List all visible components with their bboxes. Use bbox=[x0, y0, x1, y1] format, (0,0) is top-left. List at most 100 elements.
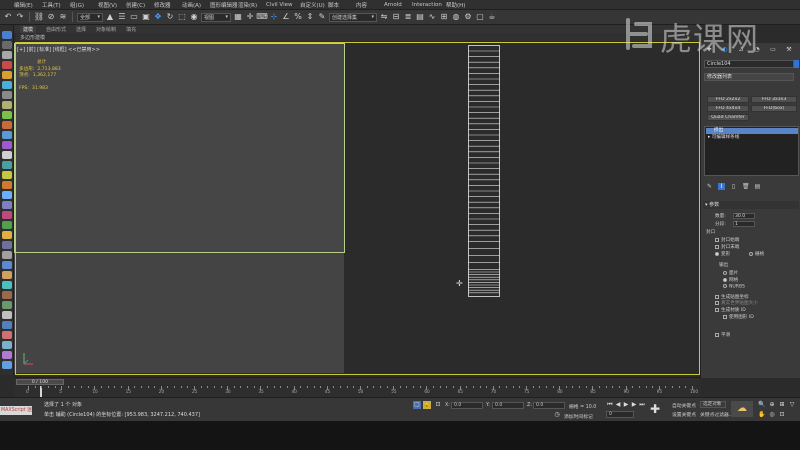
orbit-icon[interactable]: ◎ bbox=[768, 411, 776, 419]
set-key-icon[interactable]: ✚ bbox=[648, 401, 662, 417]
selection-filter-dropdown[interactable]: 全部 ▾ bbox=[77, 12, 103, 22]
real-world-map-checkbox[interactable]: 真实世界贴图大小 bbox=[715, 300, 758, 306]
auto-key-button[interactable]: 自动关键点 bbox=[672, 402, 696, 409]
link-icon[interactable]: ⛓ bbox=[34, 12, 44, 22]
menu-item[interactable]: 渲染(R) bbox=[238, 1, 266, 9]
tool-strip-icon[interactable] bbox=[2, 81, 12, 89]
menu-item[interactable]: 帮助(H) bbox=[446, 1, 474, 9]
x-coord-field[interactable]: 0.0 bbox=[451, 402, 483, 409]
selection-lock-icon[interactable]: 🔒 bbox=[423, 401, 431, 409]
field-of-view-icon[interactable]: ▽ bbox=[788, 401, 796, 409]
modifier-button-ffd-3x3x3[interactable]: FFD 3x3x3 bbox=[751, 96, 797, 103]
select-scale-icon[interactable]: ⬚ bbox=[177, 12, 187, 22]
add-time-tag[interactable]: 添加时间标记 bbox=[564, 413, 593, 420]
render-setup-icon[interactable]: ⚙ bbox=[463, 12, 473, 22]
make-unique-icon[interactable]: ▯ bbox=[730, 183, 737, 190]
grid-radio[interactable]: 栅格 bbox=[749, 251, 764, 257]
isolate-selection-icon[interactable]: ▢ bbox=[413, 401, 421, 409]
extruded-spline-wireframe[interactable] bbox=[468, 45, 500, 297]
modifier-button-ffd-box[interactable]: FFD(box) bbox=[751, 105, 797, 112]
track-bar[interactable]: 0 5 10 15 20 25 30 35 40 45 50 55 60 65 70 75 80 85 90 95 10… bbox=[14, 386, 700, 397]
tool-strip-icon[interactable] bbox=[2, 61, 12, 69]
object-color-swatch[interactable] bbox=[794, 60, 799, 68]
rendered-frame-icon[interactable]: ▢ bbox=[475, 12, 485, 22]
select-manipulate-icon[interactable]: ✛ bbox=[245, 12, 255, 22]
time-slider[interactable]: 0 / 100 bbox=[14, 377, 700, 385]
go-to-start-icon[interactable]: ⏮ bbox=[606, 401, 614, 409]
spinner-snap-icon[interactable]: ⇕ bbox=[305, 12, 315, 22]
rectangular-selection-icon[interactable]: ▭ bbox=[129, 12, 139, 22]
stack-item-extrude[interactable]: 挤出 bbox=[706, 128, 798, 134]
modifier-list-dropdown[interactable]: 修改器列表 bbox=[704, 73, 794, 81]
absolute-mode-icon[interactable]: ⊡ bbox=[434, 401, 442, 409]
named-selection-dropdown[interactable]: 创建选择集 ▾ bbox=[329, 12, 377, 22]
maxscript-listener[interactable]: MAXScript 迷 bbox=[0, 406, 32, 415]
window-crossing-icon[interactable]: ▣ bbox=[141, 12, 151, 22]
cap-end-checkbox[interactable]: 封口末端 bbox=[715, 244, 739, 250]
tool-strip-icon[interactable] bbox=[2, 351, 12, 359]
mesh-radio[interactable]: 网格 bbox=[723, 277, 738, 283]
tool-strip-icon[interactable] bbox=[2, 121, 12, 129]
smooth-checkbox[interactable]: 平滑 bbox=[715, 332, 730, 338]
next-frame-icon[interactable]: ▶ bbox=[630, 401, 638, 409]
ribbon-tab-populate[interactable]: 填充 bbox=[126, 26, 136, 33]
edit-named-selection-icon[interactable]: ✎ bbox=[317, 12, 327, 22]
menu-item[interactable]: 视图(V) bbox=[98, 1, 126, 9]
menu-item[interactable]: 工具(T) bbox=[42, 1, 70, 9]
show-end-result-icon[interactable]: Ⅰ bbox=[718, 182, 725, 190]
amount-spinner[interactable]: 30.0 bbox=[733, 213, 755, 219]
zoom-icon[interactable]: 🔍 bbox=[758, 401, 766, 409]
zoom-extents-icon[interactable]: ⊞ bbox=[778, 401, 786, 409]
previous-frame-icon[interactable]: ◀ bbox=[614, 401, 622, 409]
select-by-name-icon[interactable]: ☰ bbox=[117, 12, 127, 22]
time-configuration-icon[interactable]: ☁ bbox=[731, 401, 753, 417]
polygon-modeling-label[interactable]: 多边形建模 bbox=[20, 34, 45, 41]
tool-strip-icon[interactable] bbox=[2, 331, 12, 339]
tool-strip-icon[interactable] bbox=[2, 231, 12, 239]
select-object-icon[interactable]: ▲ bbox=[105, 12, 115, 22]
tool-strip-icon[interactable] bbox=[2, 171, 12, 179]
stack-item-editable-spline[interactable]: ▸ 可编辑样条线 bbox=[706, 135, 798, 141]
tool-strip-icon[interactable] bbox=[2, 361, 12, 369]
schematic-view-icon[interactable]: ⊞ bbox=[439, 12, 449, 22]
reference-coordinate-dropdown[interactable]: 视图 ▾ bbox=[201, 12, 231, 22]
modifier-button-ffd-4x4x4[interactable]: FFD 4x4x4 bbox=[707, 105, 749, 112]
nurbs-radio[interactable]: NURBS bbox=[723, 284, 745, 290]
zoom-all-icon[interactable]: ⊕ bbox=[768, 401, 776, 409]
play-icon[interactable]: ▶ bbox=[622, 401, 630, 409]
layer-explorer-icon[interactable]: ≣ bbox=[403, 12, 413, 22]
use-shape-ids-checkbox[interactable]: 使用图形 ID bbox=[723, 314, 754, 320]
active-viewport[interactable] bbox=[15, 42, 700, 375]
tool-strip-icon[interactable] bbox=[2, 241, 12, 249]
tool-strip-icon[interactable] bbox=[2, 131, 12, 139]
menu-item[interactable]: 脚本 bbox=[328, 1, 356, 9]
tool-strip-icon[interactable] bbox=[2, 321, 12, 329]
keyboard-shortcut-icon[interactable]: ⌨ bbox=[256, 12, 268, 22]
mirror-icon[interactable]: ⇋ bbox=[379, 12, 389, 22]
tool-strip-icon[interactable] bbox=[2, 91, 12, 99]
menu-item[interactable]: Interaction bbox=[412, 2, 446, 8]
tool-strip-icon[interactable] bbox=[2, 281, 12, 289]
configure-sets-icon[interactable]: ▤ bbox=[754, 183, 761, 190]
unlink-icon[interactable]: ⊘ bbox=[46, 12, 56, 22]
tool-strip-icon[interactable] bbox=[2, 341, 12, 349]
material-editor-icon[interactable]: ◍ bbox=[451, 12, 461, 22]
menu-item[interactable]: Civil View bbox=[266, 2, 300, 8]
place-icon[interactable]: ◉ bbox=[189, 12, 199, 22]
time-tag-icon[interactable]: ◷ bbox=[553, 411, 561, 419]
menu-item[interactable]: Arnold bbox=[384, 2, 412, 8]
pan-view-icon[interactable]: ✋ bbox=[758, 411, 766, 419]
maximize-viewport-icon[interactable]: ⊡ bbox=[778, 411, 786, 419]
cap-start-checkbox[interactable]: 封口始端 bbox=[715, 237, 739, 243]
tool-strip-icon[interactable] bbox=[2, 101, 12, 109]
current-frame-field[interactable]: 0 bbox=[606, 411, 634, 418]
menu-item[interactable]: 动画(A) bbox=[182, 1, 210, 9]
toggle-ribbon-icon[interactable]: ▤ bbox=[415, 12, 425, 22]
menu-item[interactable]: 图形编辑器 bbox=[210, 1, 238, 9]
segments-spinner[interactable]: 1 bbox=[733, 221, 755, 227]
curve-editor-icon[interactable]: ∿ bbox=[427, 12, 437, 22]
menu-item[interactable]: 组(G) bbox=[70, 1, 98, 9]
remove-modifier-icon[interactable]: 🗑 bbox=[742, 183, 750, 190]
tool-strip-icon[interactable] bbox=[2, 211, 12, 219]
menu-item[interactable]: 内容 bbox=[356, 1, 384, 9]
